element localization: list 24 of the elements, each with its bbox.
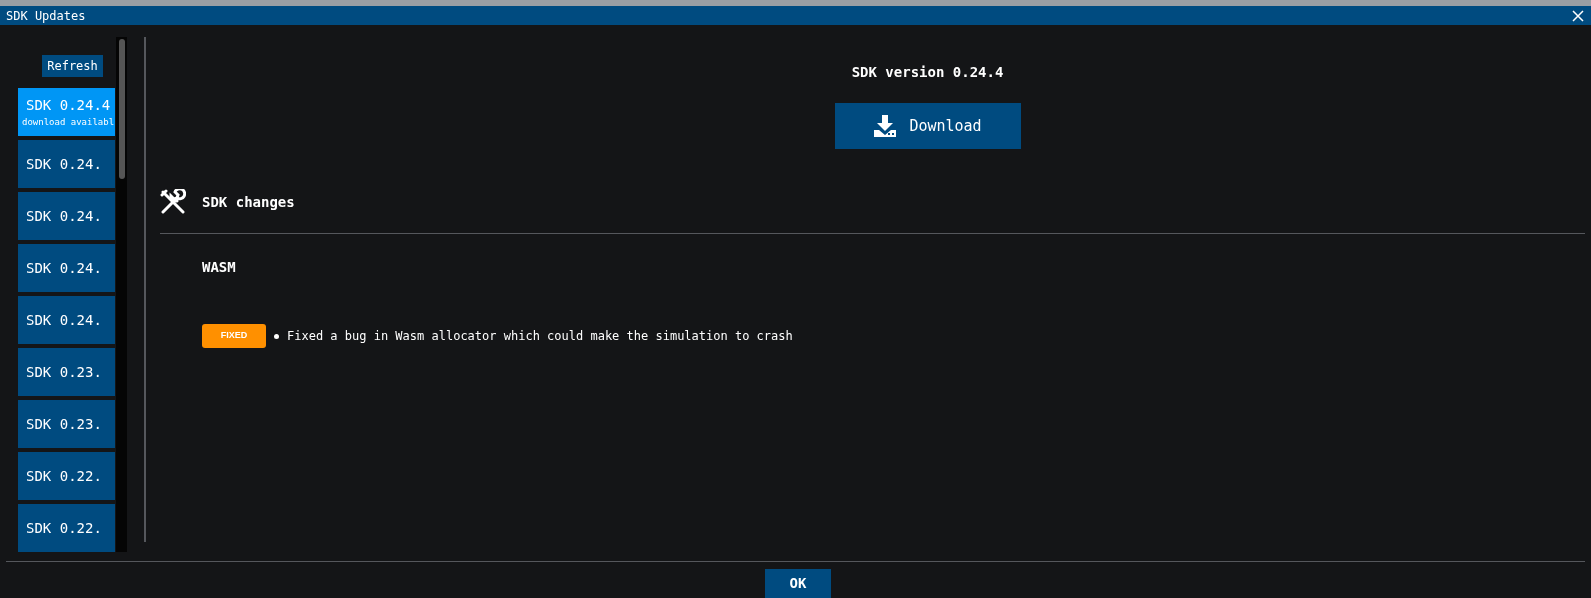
change-description: Fixed a bug in Wasm allocator which could make the simulation to crash (287, 328, 793, 345)
section-title: SDK changes (202, 192, 295, 212)
version-list-item[interactable]: SDK 0.23. (18, 400, 115, 448)
version-list-item[interactable]: SDK 0.24. (18, 244, 115, 292)
close-button[interactable] (1571, 8, 1585, 23)
group-title: WASM (202, 258, 237, 277)
status-badge: FIXED (202, 324, 266, 348)
scrollbar-thumb[interactable] (118, 39, 125, 179)
window-title: SDK Updates (6, 7, 86, 25)
version-list-item[interactable]: SDK 0.24. (18, 192, 115, 240)
download-button[interactable]: Download (834, 103, 1021, 149)
scrollbar[interactable] (116, 37, 127, 552)
refresh-button[interactable]: Refresh (42, 55, 103, 77)
version-list-item[interactable]: SDK 0.24. (18, 140, 115, 188)
ok-button[interactable]: OK (765, 569, 831, 598)
version-list-item[interactable]: SDK 0.22. (18, 452, 115, 500)
version-list-item[interactable]: SDK 0.22. (18, 504, 115, 552)
download-icon (873, 115, 898, 137)
tools-icon (160, 189, 186, 215)
version-list-item[interactable]: SDK 0.23. (18, 348, 115, 396)
version-title: SDK version 0.24.4 (851, 63, 1004, 82)
close-icon (1572, 9, 1584, 22)
version-list-item[interactable]: SDK 0.24. (18, 296, 115, 344)
bullet-icon (274, 333, 279, 339)
